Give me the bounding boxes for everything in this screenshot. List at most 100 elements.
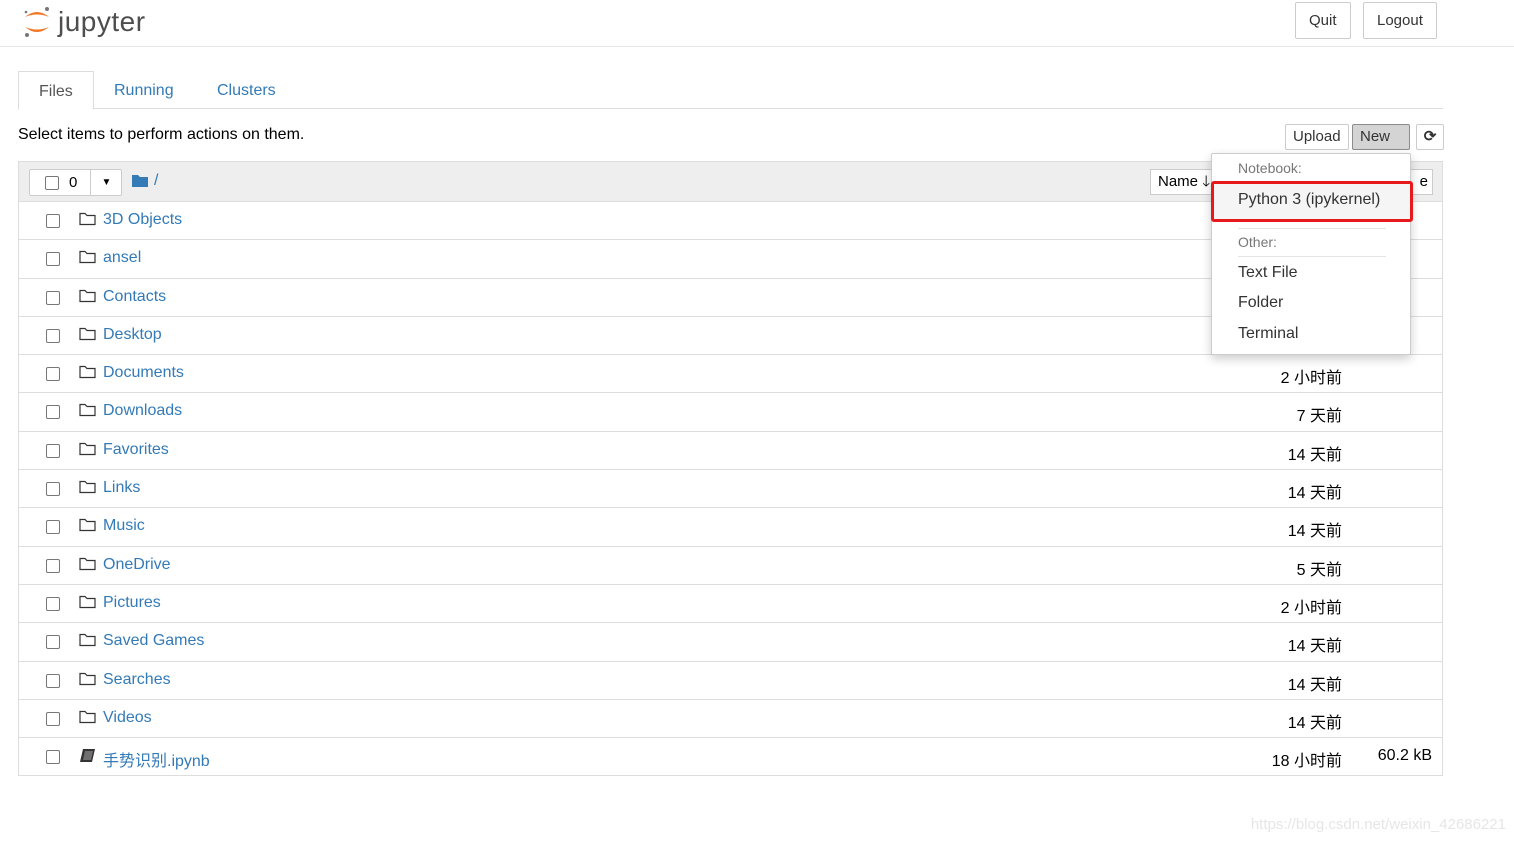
new-dropdown-menu: Notebook: Python 3 (ipykernel) Other: Te… [1211, 153, 1413, 355]
python3-label: Python 3 (ipykernel) [1238, 191, 1381, 208]
item-link[interactable]: Links [103, 479, 140, 497]
folder-icon [79, 366, 96, 379]
modified-time: 18 小时前 [1271, 753, 1342, 771]
folder-icon [79, 710, 96, 723]
tab-running[interactable]: Running [94, 71, 194, 109]
modified-time: 14 天前 [1287, 638, 1342, 656]
row-checkbox[interactable] [46, 673, 60, 688]
selection-hint: Select items to perform actions on them. [18, 126, 305, 143]
modified-time: 14 天前 [1287, 714, 1342, 732]
row-checkbox[interactable] [46, 405, 60, 420]
table-row[interactable]: OneDrive 5 天前 [19, 547, 1442, 585]
table-row[interactable]: 手势识别.ipynb 18 小时前 60.2 kB [19, 738, 1442, 776]
select-dropdown[interactable]: ▼ [90, 170, 122, 195]
item-link[interactable]: Videos [103, 709, 152, 727]
row-checkbox[interactable] [46, 214, 60, 228]
new-button[interactable]: New ▼ [1352, 124, 1410, 168]
upload-button[interactable]: Upload [1285, 124, 1349, 150]
jupyter-logo[interactable]: jupyter [22, 4, 146, 40]
modified-time: 14 天前 [1287, 676, 1342, 694]
table-row[interactable]: Documents 2 小时前 [19, 355, 1442, 394]
modified-time: 2 小时前 [1280, 599, 1342, 617]
folder-icon [79, 595, 96, 609]
terminal-menu-item[interactable]: Terminal [1238, 325, 1298, 343]
table-row[interactable]: Saved Games 14 天前 [19, 623, 1442, 662]
row-checkbox[interactable] [46, 328, 60, 343]
item-link[interactable]: Saved Games [103, 632, 204, 650]
python3-menu-item[interactable]: Python 3 (ipykernel) [1211, 181, 1413, 222]
modified-time: 2 小时前 [1280, 370, 1342, 388]
refresh-icon: ⟳ [1423, 128, 1437, 145]
item-link[interactable]: Downloads [103, 402, 182, 420]
folder-icon [79, 557, 96, 570]
folder-icon [79, 672, 96, 685]
row-checkbox[interactable] [46, 750, 60, 765]
item-link[interactable]: Contacts [103, 288, 166, 306]
row-checkbox[interactable] [46, 290, 60, 305]
header: jupyter Quit Logout [0, 0, 1514, 47]
item-link[interactable]: ansel [103, 249, 141, 267]
table-row[interactable]: Videos 14 天前 [19, 700, 1442, 739]
divider [1238, 256, 1386, 257]
row-checkbox[interactable] [46, 711, 60, 726]
table-row[interactable]: Favorites 14 天前 [19, 432, 1442, 471]
item-link[interactable]: Favorites [103, 441, 169, 459]
folder-icon [79, 480, 96, 494]
table-row[interactable]: Searches 14 天前 [19, 662, 1442, 700]
arrow-down-icon: 🡓 [1202, 173, 1210, 190]
sort-name-label: Name [1158, 173, 1199, 190]
other-header: Other: [1238, 234, 1277, 250]
item-link[interactable]: 3D Objects [103, 211, 182, 229]
modified-time: 14 天前 [1287, 485, 1342, 503]
folder-icon [79, 404, 96, 417]
tab-files[interactable]: Files [18, 71, 94, 110]
notebook-icon [80, 749, 95, 763]
row-checkbox[interactable] [46, 252, 60, 267]
jupyter-logo-icon [24, 7, 49, 37]
modified-time: 14 天前 [1287, 446, 1342, 464]
refresh-button[interactable]: ⟳ [1416, 124, 1444, 150]
tab-bar: Files Running Clusters [18, 71, 1443, 110]
select-all-checkbox[interactable] [45, 176, 59, 190]
item-link[interactable]: Desktop [103, 326, 162, 344]
folder-menu-item[interactable]: Folder [1238, 294, 1283, 312]
row-checkbox[interactable] [46, 558, 60, 573]
item-link[interactable]: Music [103, 517, 145, 535]
item-link[interactable]: 手势识别.ipynb [103, 747, 210, 771]
select-all-control[interactable]: 0 ▼ [29, 169, 122, 196]
folder-icon [132, 175, 148, 187]
item-link[interactable]: Documents [103, 364, 184, 382]
row-checkbox[interactable] [46, 635, 60, 650]
selected-count: 0 [69, 174, 78, 191]
folder-icon [79, 519, 96, 532]
folder-icon [79, 442, 96, 455]
item-link[interactable]: Pictures [103, 594, 161, 612]
table-row[interactable]: Music 14 天前 [19, 508, 1442, 547]
caret-down-icon: ▼ [101, 177, 112, 188]
row-checkbox[interactable] [46, 596, 60, 611]
notebook-header: Notebook: [1238, 160, 1302, 176]
row-checkbox[interactable] [46, 367, 60, 382]
tab-clusters[interactable]: Clusters [197, 71, 296, 109]
table-row[interactable]: Links 14 天前 [19, 470, 1442, 509]
logout-button[interactable]: Logout [1363, 2, 1437, 39]
breadcrumb-root[interactable]: / [154, 172, 158, 190]
text-file-menu-item[interactable]: Text File [1238, 264, 1298, 282]
folder-icon [79, 251, 96, 264]
folder-icon [79, 212, 96, 226]
modified-time: 7 天前 [1296, 408, 1342, 426]
row-checkbox[interactable] [46, 520, 60, 535]
modified-time: 14 天前 [1287, 523, 1342, 541]
item-link[interactable]: Searches [103, 671, 171, 689]
row-checkbox[interactable] [46, 482, 60, 497]
table-row[interactable]: Downloads 7 天前 [19, 393, 1442, 432]
table-row[interactable]: Pictures 2 小时前 [19, 585, 1442, 624]
new-label: New [1360, 128, 1391, 145]
folder-icon [79, 289, 96, 302]
item-link[interactable]: OneDrive [103, 556, 171, 574]
row-checkbox[interactable] [46, 443, 60, 458]
logo-text: jupyter [58, 6, 146, 37]
folder-icon [79, 327, 96, 340]
quit-button[interactable]: Quit [1295, 2, 1351, 39]
watermark: https://blog.csdn.net/weixin_42686221 [1250, 816, 1506, 833]
